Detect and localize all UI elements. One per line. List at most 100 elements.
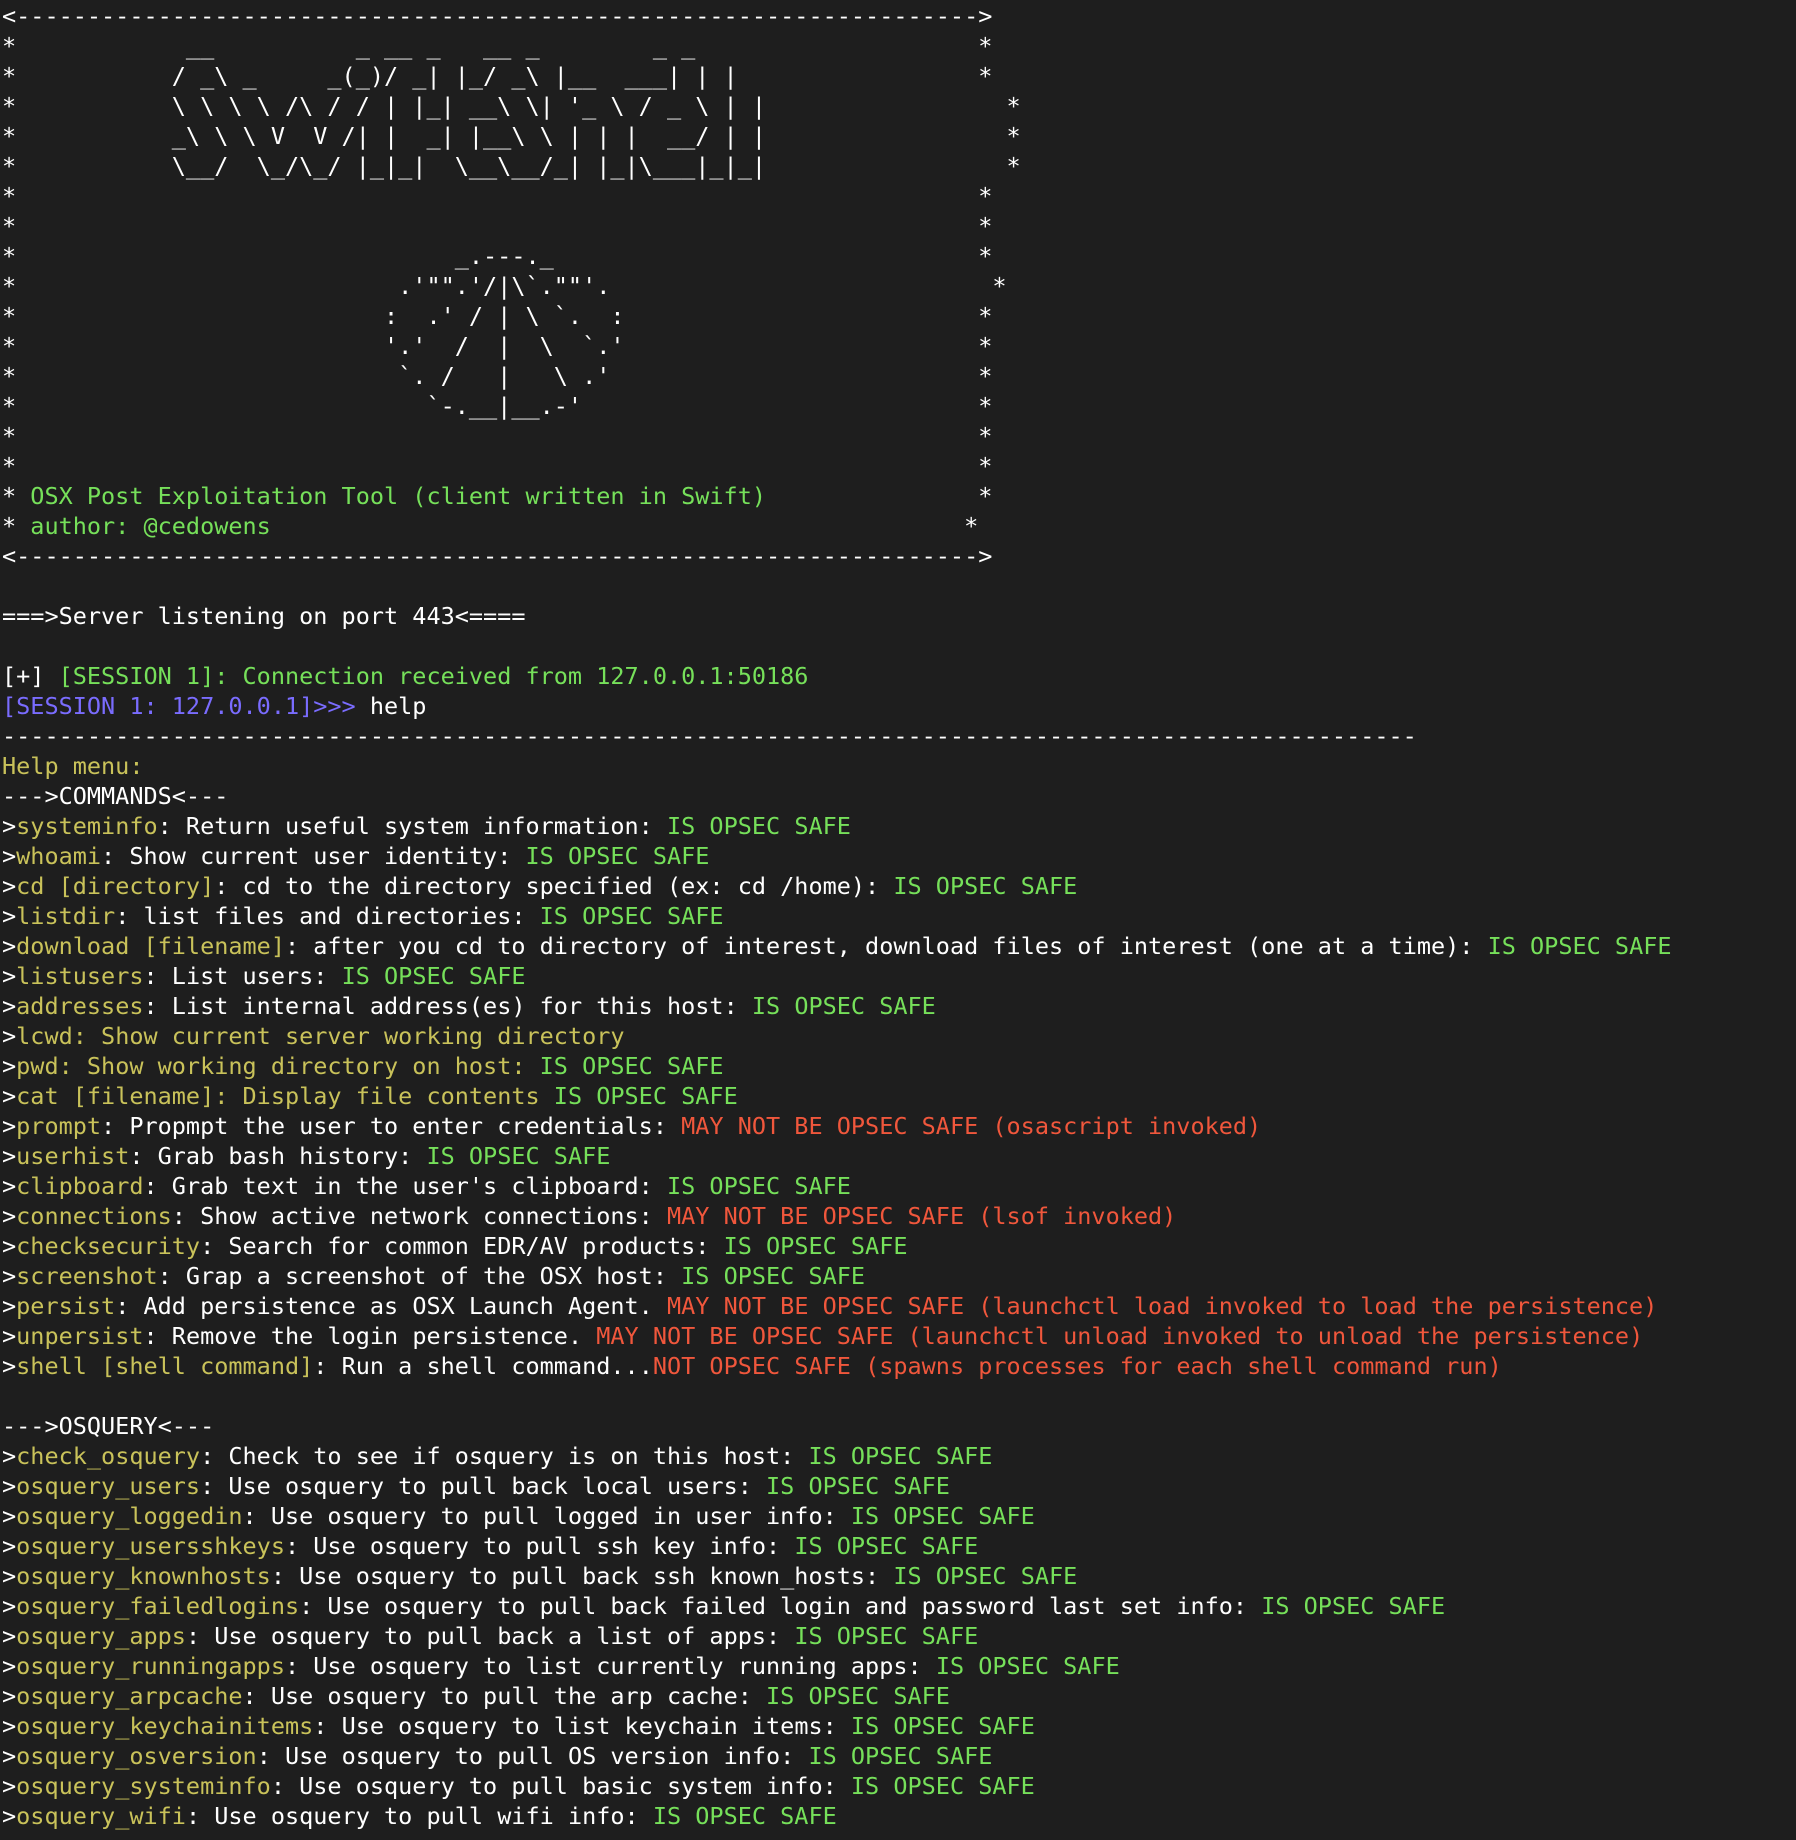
terminal-line: >check_osquery: Check to see if osquery … [2, 1441, 1796, 1471]
terminal-line: * _\ \ \ V V /| | _| |__\ \ | | | __/ | … [2, 121, 1796, 151]
terminal-line: * * [2, 421, 1796, 451]
terminal-text: osquery_users [16, 1472, 201, 1500]
terminal-line: * author: @cedowens * [2, 511, 1796, 541]
terminal-text: addresses [16, 992, 144, 1020]
terminal-line: >addresses: List internal address(es) fo… [2, 991, 1796, 1021]
terminal-line: >osquery_loggedin: Use osquery to pull l… [2, 1501, 1796, 1531]
terminal-text: > [2, 1172, 17, 1200]
terminal-text: : Use osquery to pull back a list of app… [185, 1622, 795, 1650]
terminal-text: osquery_usersshkeys [16, 1532, 285, 1560]
terminal-line: [+] [SESSION 1]: Connection received fro… [2, 661, 1796, 691]
terminal-text: persist [16, 1292, 116, 1320]
terminal-text: <---------------------------------------… [2, 542, 993, 570]
terminal-text: : cd to the directory specified (ex: cd … [214, 872, 894, 900]
terminal-text: : Return useful system information: [157, 812, 667, 840]
terminal-line: Help menu: [2, 751, 1796, 781]
terminal-text: whoami [16, 842, 102, 870]
terminal-text: : List users: [143, 962, 342, 990]
terminal-text: IS OPSEC SAFE [525, 842, 710, 870]
terminal-text: > [2, 1142, 17, 1170]
terminal-text: > [2, 1472, 17, 1500]
terminal-line: ===>Server listening on port 443<==== [2, 601, 1796, 631]
terminal-text: * * [2, 212, 993, 240]
terminal-text: cd [directory] [16, 872, 215, 900]
terminal-text: * _.---._ * [2, 242, 993, 270]
terminal-text: : Use osquery to pull back ssh known_hos… [270, 1562, 894, 1590]
terminal-text: IS OPSEC SAFE [850, 1502, 1035, 1530]
terminal-text: * : .' / | \ `. : * [2, 302, 993, 330]
terminal-line: * `. / | \ .' * [2, 361, 1796, 391]
terminal-output: <---------------------------------------… [0, 0, 1796, 1840]
terminal-line: >whoami: Show current user identity: IS … [2, 841, 1796, 871]
terminal-text: > [2, 872, 17, 900]
terminal-line: >osquery_arpcache: Use osquery to pull t… [2, 1681, 1796, 1711]
terminal-line: * \__/ \_/\_/ |_|_| \__\__/_| |_|\___|_|… [2, 151, 1796, 181]
terminal-text: IS OPSEC SAFE [794, 1532, 979, 1560]
terminal-text: IS OPSEC SAFE [681, 1262, 866, 1290]
terminal-text: IS OPSEC SAFE [1261, 1592, 1446, 1620]
terminal-text: MAY NOT BE OPSEC SAFE (launchctl load in… [666, 1292, 1658, 1320]
terminal-line: * _.---._ * [2, 241, 1796, 271]
terminal-text: : Run a shell command... [313, 1352, 653, 1380]
terminal-text: lcwd: Show current server working direct… [16, 1022, 625, 1050]
terminal-text: osquery_arpcache [16, 1682, 243, 1710]
terminal-text: <---------------------------------------… [2, 2, 993, 30]
terminal-line: >unpersist: Remove the login persistence… [2, 1321, 1796, 1351]
terminal-text: > [2, 1712, 17, 1740]
terminal-text: osquery_keychainitems [16, 1712, 314, 1740]
terminal-line: * OSX Post Exploitation Tool (client wri… [2, 481, 1796, 511]
terminal-line: >osquery_knownhosts: Use osquery to pull… [2, 1561, 1796, 1591]
terminal-text: IS OPSEC SAFE [1487, 932, 1672, 960]
terminal-text: > [2, 1202, 17, 1230]
terminal-text: MAY NOT BE OPSEC SAFE (launchctl unload … [596, 1322, 1644, 1350]
terminal-text: : Check to see if osquery is on this hos… [200, 1442, 809, 1470]
terminal-text: : Grab bash history: [129, 1142, 427, 1170]
terminal-text: > [2, 1652, 17, 1680]
terminal-text: unpersist [16, 1322, 144, 1350]
terminal-line: >download [filename]: after you cd to di… [2, 931, 1796, 961]
terminal-text: * [2, 512, 31, 540]
terminal-text: : Remove the login persistence. [143, 1322, 597, 1350]
terminal-line: >osquery_usersshkeys: Use osquery to pul… [2, 1531, 1796, 1561]
terminal-line: >systeminfo: Return useful system inform… [2, 811, 1796, 841]
terminal-text: help [369, 692, 427, 720]
terminal-text: > [2, 842, 17, 870]
terminal-text: check_osquery [16, 1442, 201, 1470]
terminal-text: IS OPSEC SAFE [808, 1442, 993, 1470]
terminal-line: >prompt: Propmpt the user to enter crede… [2, 1111, 1796, 1141]
terminal-text: : Grap a screenshot of the OSX host: [157, 1262, 682, 1290]
terminal-text: > [2, 1802, 17, 1830]
terminal-text: shell [shell command] [16, 1352, 314, 1380]
terminal-text: > [2, 1742, 17, 1770]
terminal-text: IS OPSEC SAFE [893, 872, 1078, 900]
terminal-line: * / _\ _ _(_)/ _| |_/ _\ |__ ___| | | * [2, 61, 1796, 91]
terminal-text: : Use osquery to pull back local users: [200, 1472, 767, 1500]
terminal-text: IS OPSEC SAFE [893, 1562, 1078, 1590]
terminal-text: IS OPSEC SAFE [850, 1772, 1035, 1800]
terminal-text: * \__/ \_/\_/ |_|_| \__\__/_| |_|\___|_|… [2, 152, 1021, 180]
terminal-text: IS OPSEC SAFE [666, 812, 851, 840]
terminal-text: pwd: Show working directory on host: [16, 1052, 540, 1080]
terminal-line: >osquery_users: Use osquery to pull back… [2, 1471, 1796, 1501]
terminal-text: IS OPSEC SAFE [553, 1082, 738, 1110]
terminal-text: : Use osquery to pull back failed login … [299, 1592, 1262, 1620]
terminal-line: >shell [shell command]: Run a shell comm… [2, 1351, 1796, 1381]
terminal-text: MAY NOT BE OPSEC SAFE (lsof invoked) [666, 1202, 1177, 1230]
terminal-text: IS OPSEC SAFE [666, 1172, 851, 1200]
terminal-text: : Show current user identity: [101, 842, 526, 870]
terminal-line: >cat [filename]: Display file contents I… [2, 1081, 1796, 1111]
terminal-line: * * [2, 451, 1796, 481]
terminal-text: listusers [16, 962, 144, 990]
terminal-line: >osquery_runningapps: Use osquery to lis… [2, 1651, 1796, 1681]
terminal-text: : Use osquery to pull OS version info: [256, 1742, 809, 1770]
terminal-text: > [2, 1022, 17, 1050]
terminal-text: : Search for common EDR/AV products: [200, 1232, 724, 1260]
terminal-text: osquery_systeminfo [16, 1772, 271, 1800]
terminal-line: * __ _ __ _ __ _ _ _ * [2, 31, 1796, 61]
terminal-text: [SESSION 1: 127.0.0.1]>>> [2, 692, 370, 720]
terminal-text: screenshot [16, 1262, 158, 1290]
terminal-text: userhist [16, 1142, 130, 1170]
terminal-text: osquery_loggedin [16, 1502, 243, 1530]
terminal-text: > [2, 992, 17, 1020]
